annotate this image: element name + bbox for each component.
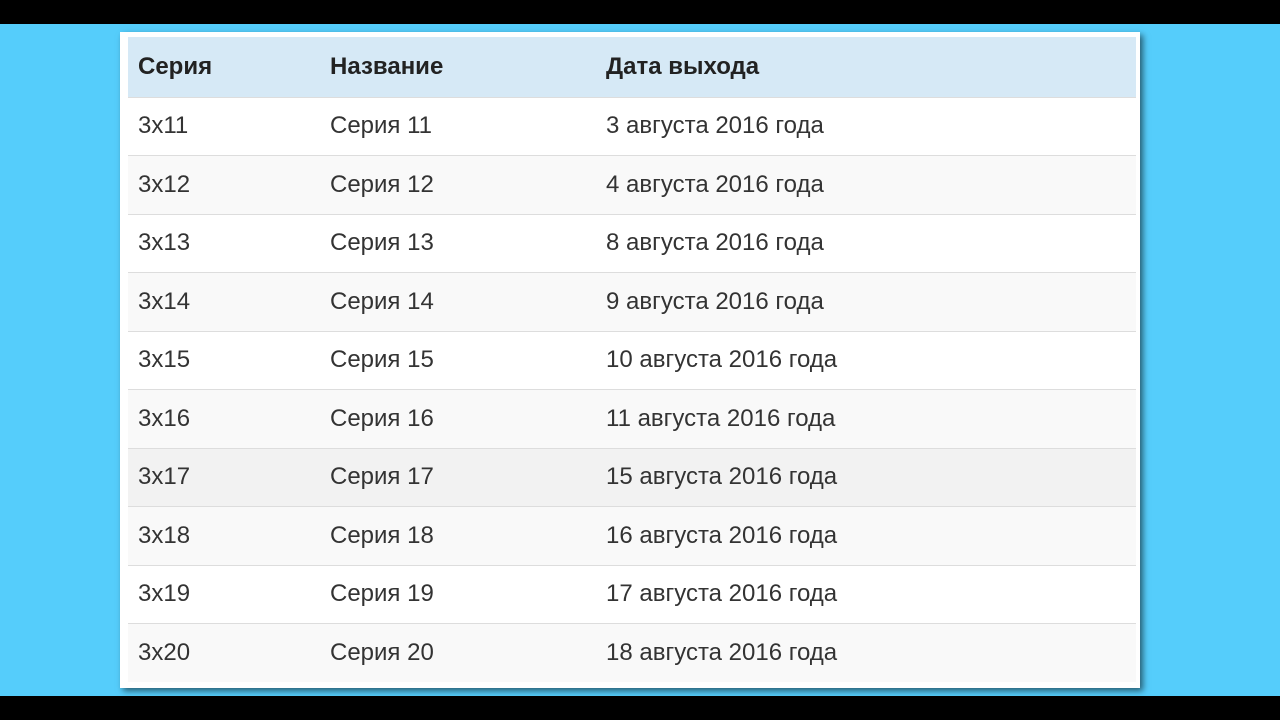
table-header: Серия Название Дата выхода xyxy=(128,37,1136,97)
release-date-cell: 18 августа 2016 года xyxy=(606,639,838,666)
table-row: 3x16 Серия 16 11 августа 2016 года xyxy=(128,389,1136,448)
release-date-cell: 17 августа 2016 года xyxy=(606,580,838,608)
table-row: 3x11 Серия 11 3 августа 2016 года xyxy=(128,97,1136,156)
release-date-cell: 10 августа 2016 года xyxy=(606,346,838,374)
episode-cell: 3x11 xyxy=(138,112,189,140)
title-cell: Серия 15 xyxy=(330,346,434,374)
release-date-cell: 16 августа 2016 года xyxy=(606,521,838,549)
column-header-release-date: Дата выхода xyxy=(606,52,760,80)
table-row: 3x15 Серия 15 10 августа 2016 года xyxy=(128,331,1136,390)
table-row: 3x13 Серия 13 8 августа 2016 года xyxy=(128,214,1136,273)
episode-cell: 3x14 xyxy=(138,287,191,315)
title-cell: Серия 18 xyxy=(330,521,434,549)
title-cell: Серия 16 xyxy=(330,404,434,432)
title-cell: Серия 20 xyxy=(330,639,434,666)
table-row: 3x19 Серия 19 17 августа 2016 года xyxy=(128,565,1136,624)
title-cell: Серия 11 xyxy=(330,112,433,140)
title-cell: Серия 12 xyxy=(330,170,434,198)
release-date-cell: 11 августа 2016 года xyxy=(606,404,836,432)
episode-cell: 3x20 xyxy=(138,639,191,666)
episode-cell: 3x18 xyxy=(138,521,191,549)
release-date-cell: 9 августа 2016 года xyxy=(606,287,824,315)
episode-cell: 3x13 xyxy=(138,229,191,257)
episode-table: Серия Название Дата выхода 3x11 Серия 11… xyxy=(128,37,1136,682)
table-row: 3x12 Серия 12 4 августа 2016 года xyxy=(128,155,1136,214)
episode-cell: 3x15 xyxy=(138,346,191,374)
episode-table-card: Серия Название Дата выхода 3x11 Серия 11… xyxy=(120,32,1140,688)
column-header-episode: Серия xyxy=(138,52,213,80)
column-header-title: Название xyxy=(330,52,444,80)
table-row: 3x18 Серия 18 16 августа 2016 года xyxy=(128,506,1136,565)
table-row: 3x17 Серия 17 15 августа 2016 года xyxy=(128,448,1136,507)
table-row: 3x20 Серия 20 18 августа 2016 года xyxy=(128,623,1136,682)
slide-background: Серия Название Дата выхода 3x11 Серия 11… xyxy=(0,24,1280,696)
release-date-cell: 3 августа 2016 года xyxy=(606,112,824,140)
release-date-cell: 15 августа 2016 года xyxy=(606,463,838,491)
title-cell: Серия 19 xyxy=(330,580,434,608)
table-row: 3x14 Серия 14 9 августа 2016 года xyxy=(128,272,1136,331)
episode-cell: 3x16 xyxy=(138,404,191,432)
header-row: Серия Название Дата выхода xyxy=(128,37,1136,97)
title-cell: Серия 17 xyxy=(330,463,434,491)
table-body: 3x11 Серия 11 3 августа 2016 года 3x12 С… xyxy=(128,97,1136,682)
release-date-cell: 4 августа 2016 года xyxy=(606,170,824,198)
episode-cell: 3x12 xyxy=(138,170,191,198)
title-cell: Серия 14 xyxy=(330,287,434,315)
episode-cell: 3x17 xyxy=(138,463,191,491)
title-cell: Серия 13 xyxy=(330,229,434,257)
episode-cell: 3x19 xyxy=(138,580,191,608)
release-date-cell: 8 августа 2016 года xyxy=(606,229,824,257)
